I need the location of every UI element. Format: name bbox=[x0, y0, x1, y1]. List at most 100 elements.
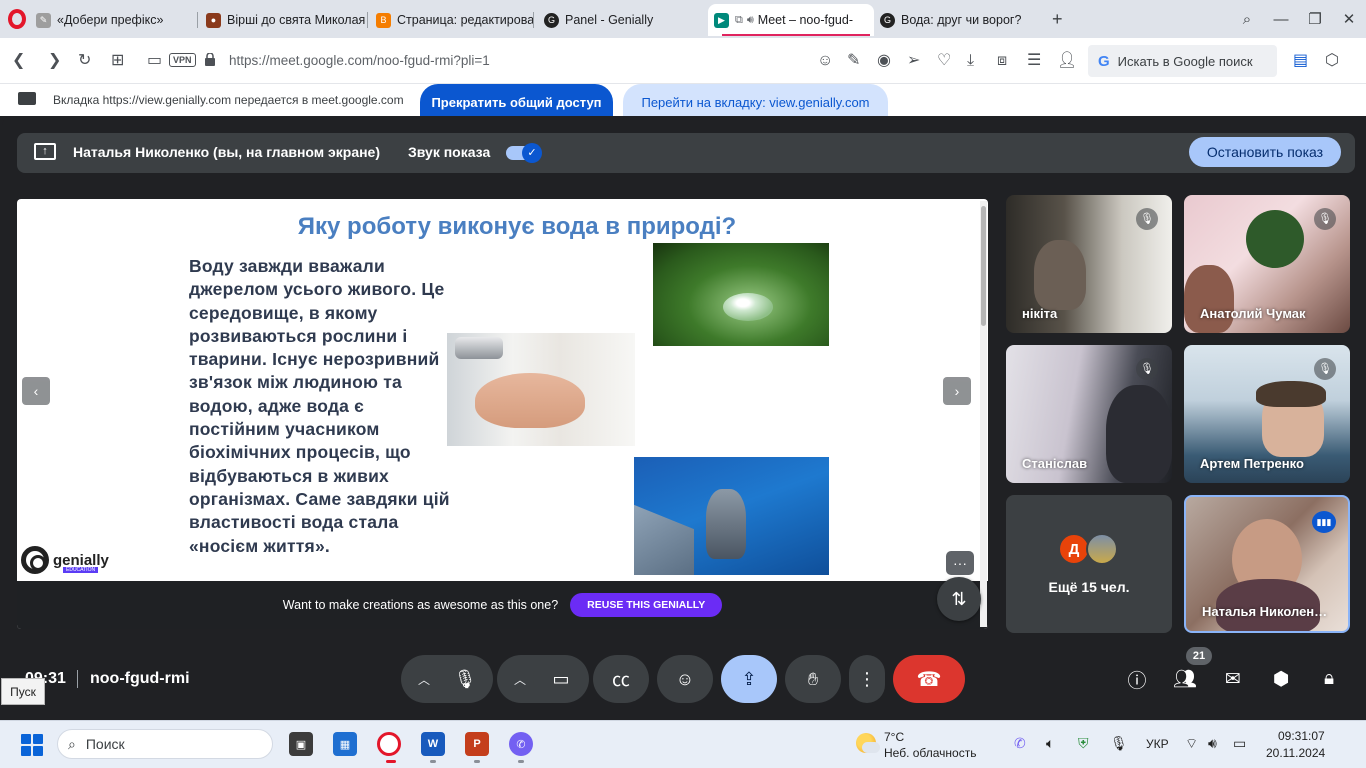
present-now-icon[interactable]: ⇪ bbox=[721, 655, 777, 703]
participant-tile[interactable]: 🎙︎ Анатолий Чумак bbox=[1184, 195, 1350, 333]
audio-playing-indicator bbox=[722, 34, 870, 36]
previous-slide-button[interactable]: ‹ bbox=[22, 377, 50, 405]
system-date[interactable]: 20.11.2024 bbox=[1266, 746, 1325, 760]
meet-icon: ▶ bbox=[714, 12, 729, 28]
avatar bbox=[1086, 533, 1118, 565]
system-time[interactable]: 09:31:07 bbox=[1278, 729, 1325, 743]
speed-dial-icon[interactable]: ⊞ bbox=[111, 51, 124, 71]
tab-title: Panel - Genially bbox=[565, 13, 654, 27]
screen-capture-icon[interactable]: ⧈ bbox=[997, 51, 1007, 71]
participant-name: Наталья Николен… bbox=[1202, 604, 1328, 619]
activities-icon[interactable]: ⬢ bbox=[1266, 664, 1296, 694]
more-options-icon[interactable]: ⋮ bbox=[849, 655, 885, 703]
minimize-icon[interactable]: — bbox=[1264, 11, 1298, 28]
chat-icon[interactable]: ✉︎ bbox=[1218, 664, 1248, 694]
viber-tray-icon[interactable]: ✆ bbox=[1014, 735, 1026, 752]
lock-icon[interactable] bbox=[205, 53, 215, 66]
check-icon[interactable]: ✓ bbox=[522, 143, 542, 163]
tab-dobery-prefiks[interactable]: ✎ «Добери префікс» bbox=[36, 6, 198, 34]
people-icon[interactable]: 👥︎ bbox=[1170, 664, 1200, 694]
tab-title: «Добери префікс» bbox=[57, 13, 164, 27]
reload-icon[interactable]: ↻ bbox=[78, 51, 91, 71]
tab-title: Вода: друг чи ворог? bbox=[901, 13, 1022, 27]
security-tray-icon[interactable]: ⛨ bbox=[1078, 735, 1089, 752]
host-controls-icon[interactable]: 🔒︎ bbox=[1314, 664, 1344, 694]
raise-hand-icon[interactable]: ✋︎ bbox=[785, 655, 841, 703]
ms-store-icon[interactable]: ▦ bbox=[333, 732, 357, 756]
speaker-icon[interactable]: 🔊︎ bbox=[1208, 735, 1217, 752]
participant-tile-self[interactable]: ▮▮▮ Наталья Николен… bbox=[1184, 495, 1350, 633]
stop-sharing-button[interactable]: Прекратить общий доступ bbox=[420, 84, 613, 120]
stop-presenting-button[interactable]: Остановить показ bbox=[1189, 137, 1341, 167]
forward-icon[interactable]: ❯ bbox=[48, 51, 61, 71]
profile-icon[interactable]: 👤︎ bbox=[1057, 51, 1077, 71]
volume-tray-icon[interactable]: 🔈︎ bbox=[1046, 735, 1054, 752]
send-icon[interactable]: ➢ bbox=[907, 51, 920, 71]
weather-description[interactable]: Неб. облачность bbox=[884, 746, 976, 760]
tab-meet[interactable]: ▶ ⧉ 🔊︎ Meet – noo-fgud- bbox=[708, 4, 874, 36]
download-icon[interactable]: ⤓ bbox=[967, 51, 974, 71]
powerpoint-icon[interactable]: P bbox=[465, 732, 489, 756]
speaker-icon[interactable]: 🔊︎ bbox=[747, 14, 754, 27]
battery-icon[interactable]: ▭ bbox=[1233, 735, 1246, 752]
microphone-icon[interactable]: 🎙︎ bbox=[437, 655, 493, 703]
genially-icon: G bbox=[880, 12, 895, 28]
emoji-icon[interactable]: ☺ bbox=[817, 51, 833, 71]
viber-icon[interactable]: ✆ bbox=[509, 732, 533, 756]
participant-name: Артем Петренко bbox=[1200, 456, 1304, 471]
tab-voda[interactable]: G Вода: друг чи ворог? bbox=[880, 6, 1040, 34]
tab-genially-panel[interactable]: G Panel - Genially bbox=[544, 6, 702, 34]
emoji-reaction-icon[interactable]: ☺ bbox=[657, 655, 713, 703]
maximize-icon[interactable]: ❐ bbox=[1298, 10, 1332, 28]
participant-tile[interactable]: 🎙︎ Артем Петренко bbox=[1184, 345, 1350, 483]
input-language[interactable]: УКР bbox=[1146, 737, 1169, 751]
wifi-icon[interactable]: ⌔ bbox=[1185, 735, 1198, 753]
close-icon[interactable]: ✕ bbox=[1332, 10, 1366, 28]
tab-virshi[interactable]: ● Вірші до свята Миколая bbox=[206, 6, 368, 34]
snapshot-icon[interactable]: ◉ bbox=[877, 51, 891, 71]
opera-taskbar-icon[interactable] bbox=[377, 732, 401, 756]
tab-blogger-edit[interactable]: B Страница: редактирован bbox=[376, 6, 534, 34]
tab-search-icon[interactable]: ⌕ bbox=[1230, 11, 1264, 28]
leave-call-icon[interactable]: ☎︎ bbox=[893, 655, 965, 703]
genially-promo-bar: Want to make creations as awesome as thi… bbox=[17, 581, 988, 629]
edit-icon[interactable]: ✎ bbox=[847, 51, 860, 71]
swap-layout-icon[interactable]: ⇅ bbox=[937, 577, 981, 621]
slide-scrollbar[interactable] bbox=[980, 201, 987, 627]
participant-tile[interactable]: 🎙︎ нікіта bbox=[1006, 195, 1172, 333]
site-icon: ● bbox=[206, 12, 221, 28]
task-view-icon[interactable]: ▣ bbox=[289, 732, 313, 756]
back-icon[interactable]: ❮ bbox=[12, 51, 25, 71]
word-icon[interactable]: W bbox=[421, 732, 445, 756]
window-controls: ⌕ — ❐ ✕ bbox=[1230, 0, 1366, 38]
vpn-badge[interactable]: VPN bbox=[169, 53, 196, 67]
camera-icon[interactable]: ▭ bbox=[533, 655, 589, 703]
extensions-icon[interactable]: ⬡ bbox=[1325, 51, 1339, 71]
windows-start-icon[interactable] bbox=[21, 734, 43, 756]
camera-site-icon[interactable]: ▭ bbox=[147, 51, 162, 71]
more-options-icon[interactable]: ··· bbox=[946, 551, 974, 575]
more-participants-tile[interactable]: Д Ещё 15 чел. bbox=[1006, 495, 1172, 633]
blogger-icon: B bbox=[376, 12, 391, 28]
participant-tile[interactable]: 🎙︎ Станіслав bbox=[1006, 345, 1172, 483]
address-bar-url[interactable]: https://meet.google.com/noo-fgud-rmi?pli… bbox=[229, 53, 490, 68]
captions-icon[interactable]: ㏄ bbox=[593, 655, 649, 703]
picture-in-picture-icon[interactable]: ⧉ bbox=[735, 14, 743, 27]
taskbar-search[interactable]: ⌕ Поиск bbox=[57, 729, 273, 759]
meeting-info-icon[interactable]: ⓘ bbox=[1122, 664, 1152, 694]
heart-icon[interactable]: ♡ bbox=[937, 51, 951, 71]
new-tab-plus-icon[interactable]: + bbox=[1052, 9, 1063, 30]
tab-title: Страница: редактирован bbox=[397, 13, 534, 27]
dolphin-image bbox=[634, 457, 829, 575]
switch-to-tab-button[interactable]: Перейти на вкладку: view.genially.com bbox=[623, 84, 888, 120]
participant-name: нікіта bbox=[1022, 306, 1058, 321]
weather-temperature[interactable]: 7°C bbox=[884, 730, 904, 744]
easy-setup-icon[interactable]: ☰ bbox=[1027, 51, 1041, 71]
microphone-tray-icon[interactable]: 🎙︎ bbox=[1110, 735, 1128, 752]
opera-logo-icon[interactable] bbox=[8, 9, 26, 29]
start-tooltip: Пуск bbox=[1, 678, 45, 705]
reuse-genially-button[interactable]: REUSE THIS GENIALLY bbox=[570, 593, 723, 617]
next-slide-button[interactable]: › bbox=[943, 377, 971, 405]
google-search-box[interactable]: G Искать в Google поиск bbox=[1088, 45, 1277, 77]
sidebar-icon[interactable]: ▤ bbox=[1293, 51, 1308, 71]
